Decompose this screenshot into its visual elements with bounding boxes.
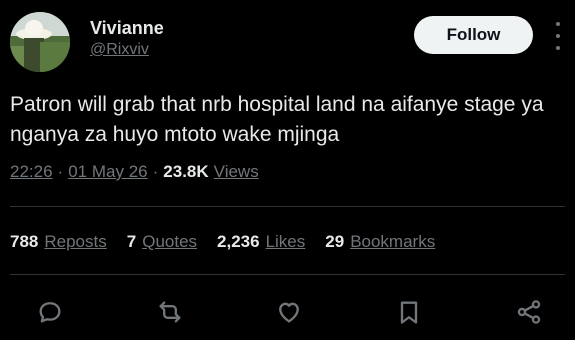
- views-count: 23.8K: [163, 162, 209, 181]
- likes-count: 2,236: [217, 232, 260, 251]
- tweet-meta: 22:26 · 01 May 26 · 23.8K Views: [10, 162, 259, 182]
- meta-separator: ·: [152, 162, 159, 181]
- likes-label: Likes: [265, 232, 306, 251]
- action-bar: [0, 294, 575, 330]
- share-icon: [517, 300, 541, 324]
- stat-quotes[interactable]: 7 Quotes: [127, 232, 197, 252]
- engagement-stats: 788 Reposts 7 Quotes 2,236 Likes 29 Book…: [10, 232, 435, 252]
- reposts-label: Reposts: [44, 232, 107, 251]
- divider: [10, 206, 565, 207]
- quotes-count: 7: [126, 232, 137, 251]
- avatar-image: [10, 12, 70, 72]
- user-handle[interactable]: @Rixviv: [90, 41, 149, 59]
- bookmark-button[interactable]: [391, 294, 427, 330]
- tweet-time[interactable]: 22:26: [10, 162, 53, 182]
- tweet-text: Patron will grab that nrb hospital land …: [10, 93, 544, 146]
- bookmarks-count: 29: [325, 232, 345, 251]
- repost-icon: [159, 301, 181, 323]
- share-button[interactable]: [511, 294, 547, 330]
- stat-reposts[interactable]: 788 Reposts: [10, 232, 107, 252]
- tweet-date[interactable]: 01 May 26: [68, 162, 147, 182]
- bookmark-icon: [400, 301, 418, 324]
- more-options-icon[interactable]: [551, 22, 565, 50]
- avatar[interactable]: [10, 12, 70, 72]
- repost-button[interactable]: [152, 294, 188, 330]
- meta-separator: ·: [57, 162, 64, 181]
- views-label[interactable]: Views: [214, 162, 259, 182]
- stat-bookmarks[interactable]: 29 Bookmarks: [325, 232, 435, 252]
- reply-icon: [39, 302, 61, 323]
- quotes-label: Quotes: [142, 232, 198, 251]
- like-button[interactable]: [271, 294, 307, 330]
- follow-button[interactable]: Follow: [414, 16, 533, 54]
- reposts-count: 788: [10, 232, 39, 251]
- bookmarks-label: Bookmarks: [350, 232, 436, 251]
- stat-likes[interactable]: 2,236 Likes: [217, 232, 305, 252]
- reply-button[interactable]: [32, 294, 68, 330]
- divider: [10, 274, 565, 275]
- like-icon: [279, 302, 299, 323]
- display-name[interactable]: Vivianne: [90, 18, 164, 39]
